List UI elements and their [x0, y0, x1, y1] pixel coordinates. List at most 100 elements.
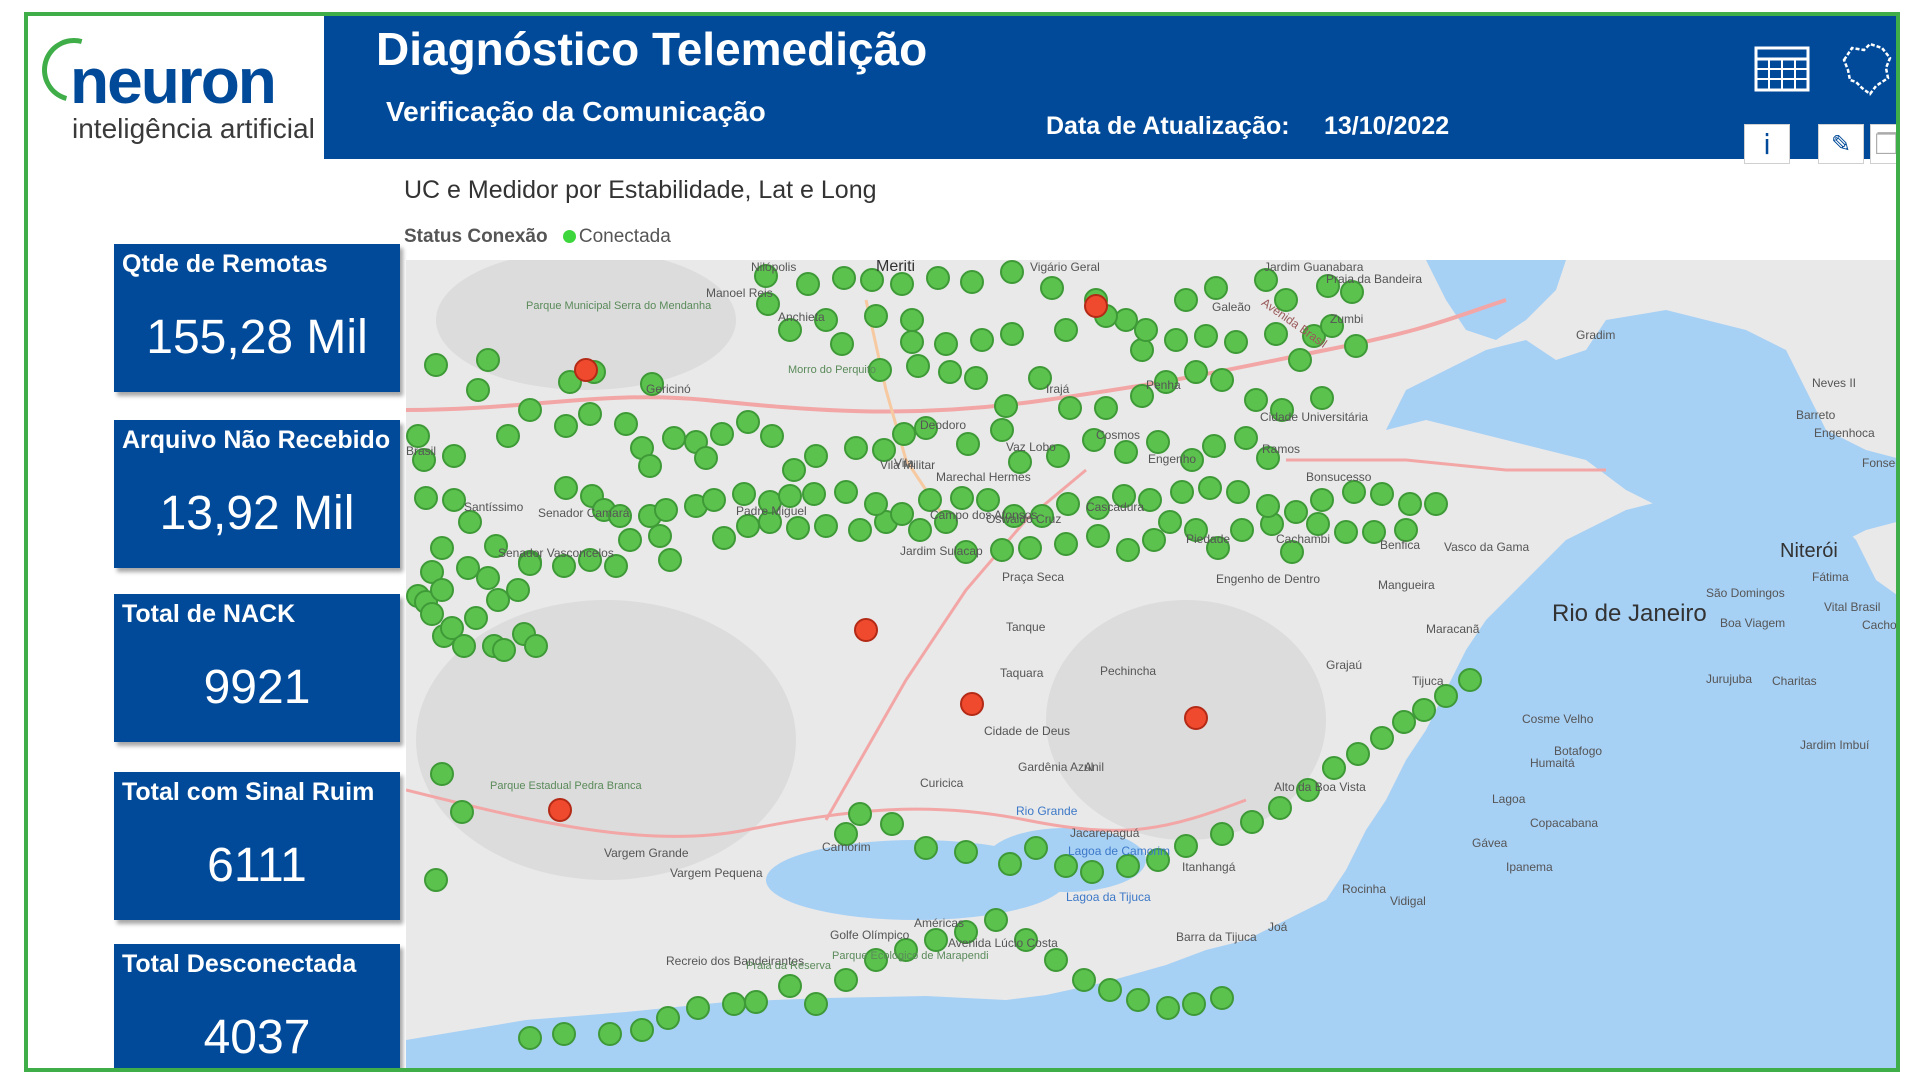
connected-marker[interactable] — [1256, 494, 1280, 518]
connected-marker[interactable] — [990, 418, 1014, 442]
connected-marker[interactable] — [1226, 480, 1250, 504]
connected-marker[interactable] — [1094, 396, 1118, 420]
connected-marker[interactable] — [456, 556, 480, 580]
connected-marker[interactable] — [890, 502, 914, 526]
connected-marker[interactable] — [420, 602, 444, 626]
connected-marker[interactable] — [452, 634, 476, 658]
connected-marker[interactable] — [1210, 368, 1234, 392]
connected-marker[interactable] — [656, 1006, 680, 1030]
connected-marker[interactable] — [1146, 430, 1170, 454]
connected-marker[interactable] — [934, 332, 958, 356]
connected-marker[interactable] — [1054, 854, 1078, 878]
connected-marker[interactable] — [848, 802, 872, 826]
connected-marker[interactable] — [1054, 532, 1078, 556]
connected-marker[interactable] — [1284, 500, 1308, 524]
connected-marker[interactable] — [1204, 276, 1228, 300]
info-icon[interactable]: ⅰ — [1744, 124, 1790, 164]
connected-marker[interactable] — [1116, 854, 1140, 878]
connected-marker[interactable] — [1434, 684, 1458, 708]
map-visual[interactable]: Nilópolis Meriti Vigário Geral Jardim Gu… — [406, 260, 1896, 1068]
connected-marker[interactable] — [414, 486, 438, 510]
connected-marker[interactable] — [492, 638, 516, 662]
connected-marker[interactable] — [442, 444, 466, 468]
connected-marker[interactable] — [1116, 538, 1140, 562]
connected-marker[interactable] — [518, 398, 542, 422]
connected-marker[interactable] — [1058, 396, 1082, 420]
connected-marker[interactable] — [1174, 288, 1198, 312]
connected-marker[interactable] — [880, 812, 904, 836]
connected-marker[interactable] — [1370, 482, 1394, 506]
connected-marker[interactable] — [648, 524, 672, 548]
connected-marker[interactable] — [906, 354, 930, 378]
connected-marker[interactable] — [1322, 756, 1346, 780]
copy-icon[interactable]: ❐ — [1870, 124, 1896, 164]
connected-marker[interactable] — [802, 482, 826, 506]
connected-marker[interactable] — [430, 762, 454, 786]
connected-marker[interactable] — [1054, 318, 1078, 342]
connected-marker[interactable] — [908, 518, 932, 542]
connected-marker[interactable] — [476, 566, 500, 590]
connected-marker[interactable] — [834, 480, 858, 504]
connected-marker[interactable] — [804, 444, 828, 468]
connected-marker[interactable] — [994, 394, 1018, 418]
connected-marker[interactable] — [804, 992, 828, 1016]
connected-marker[interactable] — [786, 516, 810, 540]
alert-marker[interactable] — [1184, 706, 1208, 730]
alert-marker[interactable] — [574, 358, 598, 382]
connected-marker[interactable] — [914, 836, 938, 860]
connected-marker[interactable] — [732, 482, 756, 506]
connected-marker[interactable] — [1072, 968, 1096, 992]
connected-marker[interactable] — [990, 538, 1014, 562]
alert-marker[interactable] — [1084, 294, 1108, 318]
connected-marker[interactable] — [476, 348, 500, 372]
connected-marker[interactable] — [814, 514, 838, 538]
connected-marker[interactable] — [424, 353, 448, 377]
connected-marker[interactable] — [864, 304, 888, 328]
connected-marker[interactable] — [424, 868, 448, 892]
connected-marker[interactable] — [450, 800, 474, 824]
connected-marker[interactable] — [1268, 796, 1292, 820]
connected-marker[interactable] — [618, 528, 642, 552]
connected-marker[interactable] — [1346, 742, 1370, 766]
connected-marker[interactable] — [710, 422, 734, 446]
connected-marker[interactable] — [1130, 338, 1154, 362]
connected-marker[interactable] — [1000, 322, 1024, 346]
connected-marker[interactable] — [796, 272, 820, 296]
connected-marker[interactable] — [486, 588, 510, 612]
connected-marker[interactable] — [1114, 308, 1138, 332]
map-icon[interactable] — [1834, 38, 1896, 98]
connected-marker[interactable] — [578, 402, 602, 426]
connected-marker[interactable] — [1158, 510, 1182, 534]
connected-marker[interactable] — [466, 378, 490, 402]
connected-marker[interactable] — [1000, 260, 1024, 284]
connected-marker[interactable] — [712, 526, 736, 550]
connected-marker[interactable] — [1114, 440, 1138, 464]
connected-marker[interactable] — [458, 510, 482, 534]
connected-marker[interactable] — [960, 270, 984, 294]
connected-marker[interactable] — [506, 578, 530, 602]
connected-marker[interactable] — [1234, 426, 1258, 450]
connected-marker[interactable] — [702, 488, 726, 512]
connected-marker[interactable] — [926, 266, 950, 290]
connected-marker[interactable] — [938, 360, 962, 384]
connected-marker[interactable] — [1126, 988, 1150, 1012]
connected-marker[interactable] — [1412, 698, 1436, 722]
connected-marker[interactable] — [1040, 276, 1064, 300]
connected-marker[interactable] — [890, 272, 914, 296]
connected-marker[interactable] — [1194, 324, 1218, 348]
connected-marker[interactable] — [1264, 322, 1288, 346]
connected-marker[interactable] — [900, 308, 924, 332]
connected-marker[interactable] — [442, 488, 466, 512]
connected-marker[interactable] — [950, 486, 974, 510]
connected-marker[interactable] — [1018, 536, 1042, 560]
connected-marker[interactable] — [554, 476, 578, 500]
connected-marker[interactable] — [464, 606, 488, 630]
connected-marker[interactable] — [638, 454, 662, 478]
connected-marker[interactable] — [1342, 480, 1366, 504]
connected-marker[interactable] — [848, 518, 872, 542]
connected-marker[interactable] — [686, 996, 710, 1020]
connected-marker[interactable] — [694, 446, 718, 470]
connected-marker[interactable] — [654, 498, 678, 522]
alert-marker[interactable] — [960, 692, 984, 716]
connected-marker[interactable] — [832, 266, 856, 290]
